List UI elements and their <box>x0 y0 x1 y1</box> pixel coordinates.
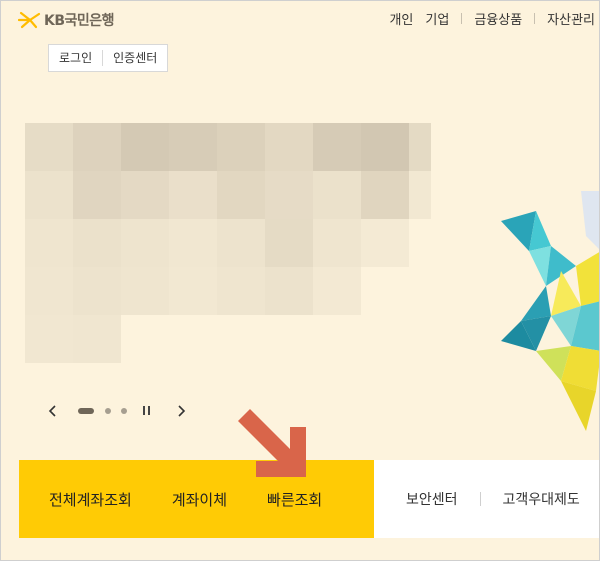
quick-fast-inquiry[interactable]: 빠른조회 <box>267 489 322 510</box>
chevron-left-icon[interactable] <box>45 401 61 421</box>
global-nav: 개인 기업 금융상품 자산관리 <box>383 9 599 28</box>
carousel-dot[interactable] <box>121 408 127 414</box>
chevron-right-icon[interactable] <box>173 401 189 421</box>
customer-benefits-link[interactable]: 고객우대제도 <box>503 489 580 509</box>
nav-corporate[interactable]: 기업 <box>419 9 455 28</box>
carousel-dot[interactable] <box>105 408 111 414</box>
quick-menu-main: 전체계좌조회 계좌이체 빠른조회 <box>19 460 374 538</box>
quick-transfer[interactable]: 계좌이체 <box>172 489 227 510</box>
nav-asset-management[interactable]: 자산관리 <box>541 9 599 28</box>
banner-illustration <box>501 191 599 431</box>
top-header: KB국민은행 개인 기업 금융상품 자산관리 <box>1 1 599 39</box>
banner-carousel-controls <box>45 401 195 421</box>
auth-box: 로그인 인증센터 <box>48 44 169 72</box>
pause-icon[interactable] <box>142 406 152 416</box>
browser-frame: KB국민은행 개인 기업 금융상품 자산관리 로그인 인증센터 전체계좌조회 계… <box>0 0 600 561</box>
logo-text: KB국민은행 <box>44 13 115 29</box>
kb-logo[interactable]: KB국민은행 <box>18 10 115 30</box>
carousel-dot-active[interactable] <box>78 408 94 414</box>
nav-personal[interactable]: 개인 <box>383 9 419 28</box>
security-center-link[interactable]: 보안센터 <box>406 489 458 509</box>
certificate-center-button[interactable]: 인증센터 <box>103 45 167 71</box>
nav-financial-products[interactable]: 금융상품 <box>468 9 528 28</box>
red-arrow-icon <box>238 409 306 477</box>
quick-menu-sub: 보안센터 고객우대제도 <box>374 460 599 538</box>
quick-all-accounts[interactable]: 전체계좌조회 <box>49 489 132 510</box>
nav-divider <box>534 13 536 24</box>
kb-star-icon <box>18 11 41 29</box>
login-button[interactable]: 로그인 <box>49 45 102 71</box>
nav-divider <box>461 13 463 24</box>
quick-divider <box>479 492 481 506</box>
